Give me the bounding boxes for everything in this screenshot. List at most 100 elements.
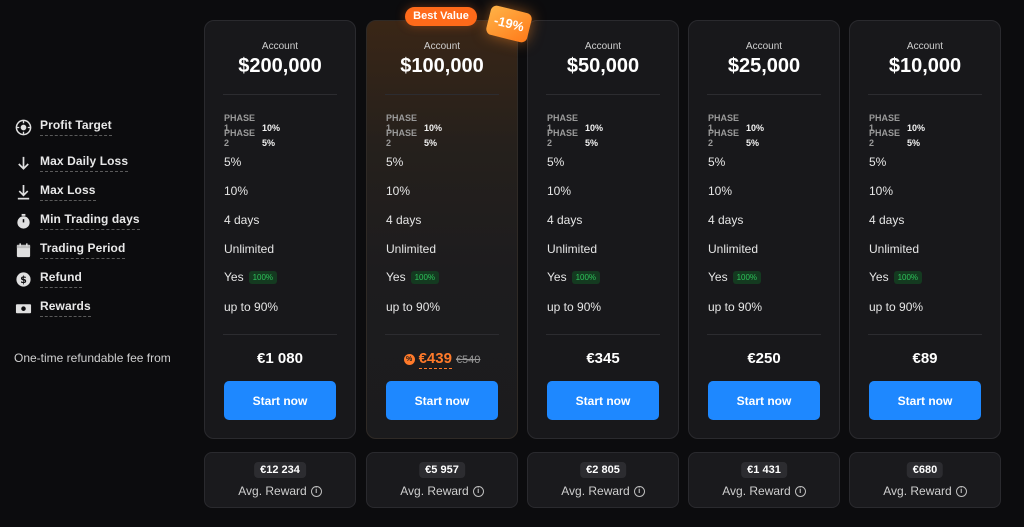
banknote-icon (15, 300, 32, 317)
phase-2-target: PHASE 2 5% (869, 128, 921, 148)
period-value: Unlimited (869, 242, 920, 256)
info-icon[interactable]: i (472, 485, 484, 497)
plan-card-25k: Account $25,000 PHASE 1 10% PHASE 2 5% 5% … (688, 20, 840, 439)
avg-reward-label: Avg. Reward (238, 484, 307, 498)
account-amount: $25,000 (727, 55, 801, 77)
min-days-value: 4 days (224, 213, 260, 227)
max-loss-value: 10% (547, 184, 572, 198)
divider (546, 94, 660, 95)
min-days-value: 4 days (708, 213, 744, 227)
min-days-value: 4 days (386, 213, 422, 227)
info-icon[interactable]: i (955, 485, 967, 497)
arrow-down-bar-icon (15, 184, 32, 201)
price-new[interactable]: €439 (418, 350, 452, 369)
rewards-value: up to 90% (224, 300, 279, 314)
account-amount: $200,000 (238, 55, 322, 77)
phase-2-target: PHASE 2 5% (708, 128, 760, 148)
feature-label[interactable]: Min Trading days (40, 212, 140, 230)
period-value: Unlimited (547, 242, 598, 256)
avg-reward-box-50k: €2 805 Avg. Reward i (527, 452, 679, 508)
max-loss-value: 10% (708, 184, 733, 198)
avg-reward-label: Avg. Reward (883, 484, 952, 498)
fee-label: One-time refundable fee from (14, 351, 171, 365)
rewards-value: up to 90% (708, 300, 763, 314)
account-label: Account (423, 41, 461, 52)
feature-profit-target: Profit Target (15, 118, 112, 136)
max-daily-loss-value: 5% (708, 155, 726, 169)
account-amount: $50,000 (566, 55, 640, 77)
feature-label[interactable]: Refund (40, 270, 82, 288)
refund-value: Yes 100% (386, 270, 440, 284)
divider (223, 334, 337, 335)
price: €345 (586, 350, 620, 367)
divider (385, 334, 499, 335)
divider (385, 94, 499, 95)
phase-2-target: PHASE 2 5% (386, 128, 438, 148)
avg-reward-box-100k: €5 957 Avg. Reward i (366, 452, 518, 508)
avg-reward-value: €12 234 (254, 462, 306, 478)
avg-reward-box-10k: €680 Avg. Reward i (849, 452, 1001, 508)
avg-reward-label-row: Avg. Reward i (689, 484, 839, 498)
refund-percent-badge: 100% (410, 270, 440, 284)
refund-percent-badge: 100% (248, 270, 278, 284)
price: €1 080 (257, 350, 303, 367)
max-loss-value: 10% (869, 184, 894, 198)
arrow-down-icon (15, 155, 32, 172)
discounted-price: % €439 €540 (367, 350, 517, 369)
divider (546, 334, 660, 335)
start-now-button[interactable]: Start now (547, 381, 659, 420)
price: €89 (912, 350, 938, 367)
avg-reward-label-row: Avg. Reward i (850, 484, 1000, 498)
refund-value: Yes 100% (224, 270, 278, 284)
feature-min-trading-days: Min Trading days (15, 212, 140, 230)
rewards-value: up to 90% (869, 300, 924, 314)
rewards-value: up to 90% (547, 300, 602, 314)
start-now-button[interactable]: Start now (386, 381, 498, 420)
account-label: Account (584, 41, 622, 52)
dollar-coin-icon: $ (15, 271, 32, 288)
refund-percent-badge: 100% (893, 270, 923, 284)
refund-percent-badge: 100% (732, 270, 762, 284)
feature-label[interactable]: Max Loss (40, 183, 96, 201)
feature-label[interactable]: Trading Period (40, 241, 126, 259)
avg-reward-label: Avg. Reward (561, 484, 630, 498)
account-amount: $10,000 (888, 55, 962, 77)
info-icon[interactable]: i (794, 485, 806, 497)
avg-reward-label-row: Avg. Reward i (367, 484, 517, 498)
avg-reward-box-200k: €12 234 Avg. Reward i (204, 452, 356, 508)
phase-2-target: PHASE 2 5% (224, 128, 276, 148)
refund-value: Yes 100% (708, 270, 762, 284)
feature-label[interactable]: Max Daily Loss (40, 154, 129, 172)
price: €250 (747, 350, 781, 367)
max-loss-value: 10% (386, 184, 411, 198)
plan-card-10k: Account $10,000 PHASE 1 10% PHASE 2 5% 5% … (849, 20, 1001, 439)
plan-card-200k: Account $200,000 PHASE 1 10% PHASE 2 5% 5%… (204, 20, 356, 439)
start-now-button[interactable]: Start now (869, 381, 981, 420)
target-icon (15, 119, 32, 136)
period-value: Unlimited (224, 242, 275, 256)
info-icon[interactable]: i (310, 485, 322, 497)
svg-text:$: $ (20, 274, 27, 285)
start-now-button[interactable]: Start now (708, 381, 820, 420)
feature-rewards: Rewards (15, 299, 91, 317)
info-icon[interactable]: i (633, 485, 645, 497)
feature-label[interactable]: Profit Target (40, 118, 112, 136)
max-daily-loss-value: 5% (386, 155, 404, 169)
account-label: Account (745, 41, 783, 52)
account-label: Account (261, 41, 299, 52)
discount-icon: % (403, 354, 415, 365)
rewards-value: up to 90% (386, 300, 441, 314)
feature-label[interactable]: Rewards (40, 299, 91, 317)
account-amount: $100,000 (400, 55, 484, 77)
avg-reward-value: €1 431 (741, 462, 787, 478)
stopwatch-icon (15, 213, 32, 230)
min-days-value: 4 days (869, 213, 905, 227)
refund-value: Yes 100% (547, 270, 601, 284)
feature-refund: $ Refund (15, 270, 82, 288)
period-value: Unlimited (708, 242, 759, 256)
feature-max-daily-loss: Max Daily Loss (15, 154, 129, 172)
start-now-button[interactable]: Start now (224, 381, 336, 420)
min-days-value: 4 days (547, 213, 583, 227)
feature-labels: Profit Target Max Daily Loss Max Loss Mi… (0, 0, 200, 527)
avg-reward-value: €5 957 (419, 462, 465, 478)
